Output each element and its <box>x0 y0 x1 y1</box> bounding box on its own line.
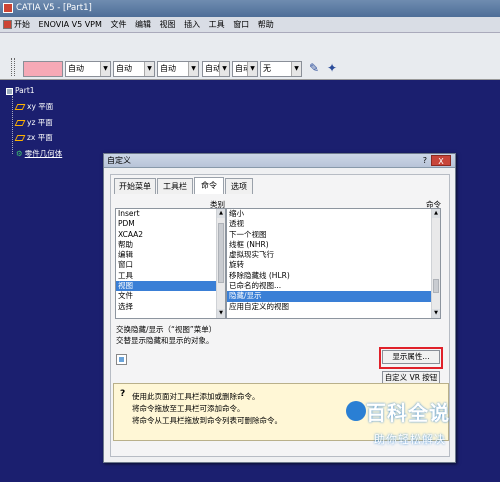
show-properties-button[interactable]: 显示属性... <box>382 350 440 364</box>
list-item[interactable]: 窗口 <box>116 260 225 270</box>
tree-root-part[interactable]: Part1 <box>6 86 35 95</box>
tree-item-part-body[interactable]: ⚙ 零件几何体 <box>16 148 62 159</box>
plane-icon <box>14 104 26 110</box>
list-item[interactable]: 已命名的视图... <box>227 281 440 291</box>
info-line: 将命令从工具栏拖放到命令列表可删除命令。 <box>132 416 282 425</box>
commands-scrollbar[interactable]: ▲ ▼ <box>431 209 440 318</box>
list-item[interactable]: 文件 <box>116 291 225 301</box>
list-item[interactable]: XCAA2 <box>116 230 225 240</box>
menu-window[interactable]: 窗口 <box>230 17 252 33</box>
list-item[interactable]: 工具 <box>116 271 225 281</box>
question-icon: ? <box>120 389 126 399</box>
point-style-combo[interactable]: 自动 ▼ <box>202 61 230 77</box>
scroll-down-icon[interactable]: ▼ <box>432 309 440 318</box>
toolbar-grip[interactable] <box>11 58 15 76</box>
format-painter-icon[interactable]: ✦ <box>324 59 340 77</box>
watermark-subtitle: 助你轻松解决 <box>374 433 446 446</box>
tree-item-zx-plane[interactable]: zx 平面 <box>14 132 53 143</box>
scroll-thumb[interactable] <box>433 279 439 293</box>
list-item[interactable]: 透视 <box>227 219 440 229</box>
chevron-down-icon: ▼ <box>219 62 229 76</box>
tab-options[interactable]: 选项 <box>225 178 253 194</box>
categories-list[interactable]: Insert PDM XCAA2 帮助 编辑 窗口 工具 视图 文件 选择 ▲ … <box>115 208 226 319</box>
tab-commands[interactable]: 命令 <box>194 177 224 194</box>
tree-item-yz-plane[interactable]: yz 平面 <box>14 117 53 128</box>
window-titlebar: CATIA V5 - [Part1] <box>0 0 500 17</box>
part-icon <box>6 87 13 95</box>
menu-file[interactable]: 文件 <box>107 17 129 33</box>
chevron-down-icon: ▼ <box>100 62 110 76</box>
chevron-down-icon: ▼ <box>188 62 198 76</box>
baike-watermark: 百科全说 助你轻松解决 <box>336 393 466 459</box>
command-preview-icon <box>116 354 127 365</box>
categories-scrollbar[interactable]: ▲ ▼ <box>216 209 225 318</box>
list-item[interactable]: 帮助 <box>116 240 225 250</box>
list-item[interactable]: Insert <box>116 209 225 219</box>
chevron-down-icon: ▼ <box>144 62 154 76</box>
catia-app-icon <box>3 3 13 13</box>
close-button[interactable]: X <box>431 155 451 166</box>
color-swatch[interactable] <box>23 61 63 77</box>
list-item[interactable]: 编辑 <box>116 250 225 260</box>
menu-start[interactable]: 开始 <box>0 17 33 33</box>
scroll-up-icon[interactable]: ▲ <box>432 209 440 218</box>
plane-icon <box>14 135 26 141</box>
list-item[interactable]: 选择 <box>116 302 225 312</box>
start-icon <box>3 20 12 29</box>
list-item[interactable]: 虚拟现实飞行 <box>227 250 440 260</box>
line-type-combo[interactable]: 自动 ▼ <box>113 61 155 77</box>
command-description-title: 交换隐藏/显示（“视图”菜单） <box>116 325 217 334</box>
commands-list[interactable]: 缩小 透视 下一个视图 线框 (NHR) 虚拟现实飞行 旋转 移除隐藏线 (HL… <box>226 208 441 319</box>
line-weight-combo[interactable]: 自动 ▼ <box>157 61 199 77</box>
list-item-selected[interactable]: 视图 <box>116 281 225 292</box>
menu-edit[interactable]: 编辑 <box>132 17 154 33</box>
info-line: 将命令拖放至工具栏可添加命令。 <box>132 404 245 413</box>
tree-item-xy-plane[interactable]: xy 平面 <box>14 101 53 112</box>
list-item[interactable]: 下一个视图 <box>227 230 440 240</box>
body-gear-icon: ⚙ <box>16 149 23 158</box>
menu-help[interactable]: 帮助 <box>255 17 277 33</box>
list-item-selected[interactable]: 隐藏/显示 <box>227 291 440 302</box>
paint-brush-icon[interactable]: ✎ <box>306 59 322 77</box>
scroll-thumb[interactable] <box>218 223 224 283</box>
dialog-titlebar: 自定义 <box>104 154 455 168</box>
render-style-combo[interactable]: 无 ▼ <box>260 61 302 77</box>
chevron-down-icon: ▼ <box>247 62 257 76</box>
list-item[interactable]: 缩小 <box>227 209 440 219</box>
color-combo[interactable]: 自动 ▼ <box>65 61 111 77</box>
list-item[interactable]: 移除隐藏线 (HLR) <box>227 271 440 281</box>
menu-enovia[interactable]: ENOVIA V5 VPM <box>36 17 105 33</box>
scroll-down-icon[interactable]: ▼ <box>217 309 225 318</box>
tree-connector <box>12 96 13 154</box>
plane-icon <box>14 120 26 126</box>
window-title: CATIA V5 - [Part1] <box>16 3 92 13</box>
list-item[interactable]: 旋转 <box>227 260 440 270</box>
tab-toolbars[interactable]: 工具栏 <box>157 178 193 194</box>
scroll-up-icon[interactable]: ▲ <box>217 209 225 218</box>
menubar: 开始 ENOVIA V5 VPM 文件 编辑 视图 插入 工具 窗口 帮助 <box>0 17 500 33</box>
layer-combo[interactable]: 自动 ▼ <box>232 61 258 77</box>
help-icon[interactable]: ? <box>423 154 427 168</box>
menu-insert[interactable]: 插入 <box>181 17 203 33</box>
info-line: 使用此页面对工具栏添加或删除命令。 <box>132 392 260 401</box>
menu-tools[interactable]: 工具 <box>206 17 228 33</box>
menu-view[interactable]: 视图 <box>157 17 179 33</box>
chevron-down-icon: ▼ <box>291 62 301 76</box>
list-item[interactable]: 线框 (NHR) <box>227 240 440 250</box>
command-description-text: 交替显示隐藏和显示的对象。 <box>116 336 214 345</box>
tab-start-menu[interactable]: 开始菜单 <box>114 178 156 194</box>
watermark-title: 百科全说 <box>366 401 450 425</box>
paw-logo-icon <box>346 401 366 421</box>
list-item[interactable]: 应用自定义的视图 <box>227 302 440 312</box>
list-item[interactable]: PDM <box>116 219 225 229</box>
